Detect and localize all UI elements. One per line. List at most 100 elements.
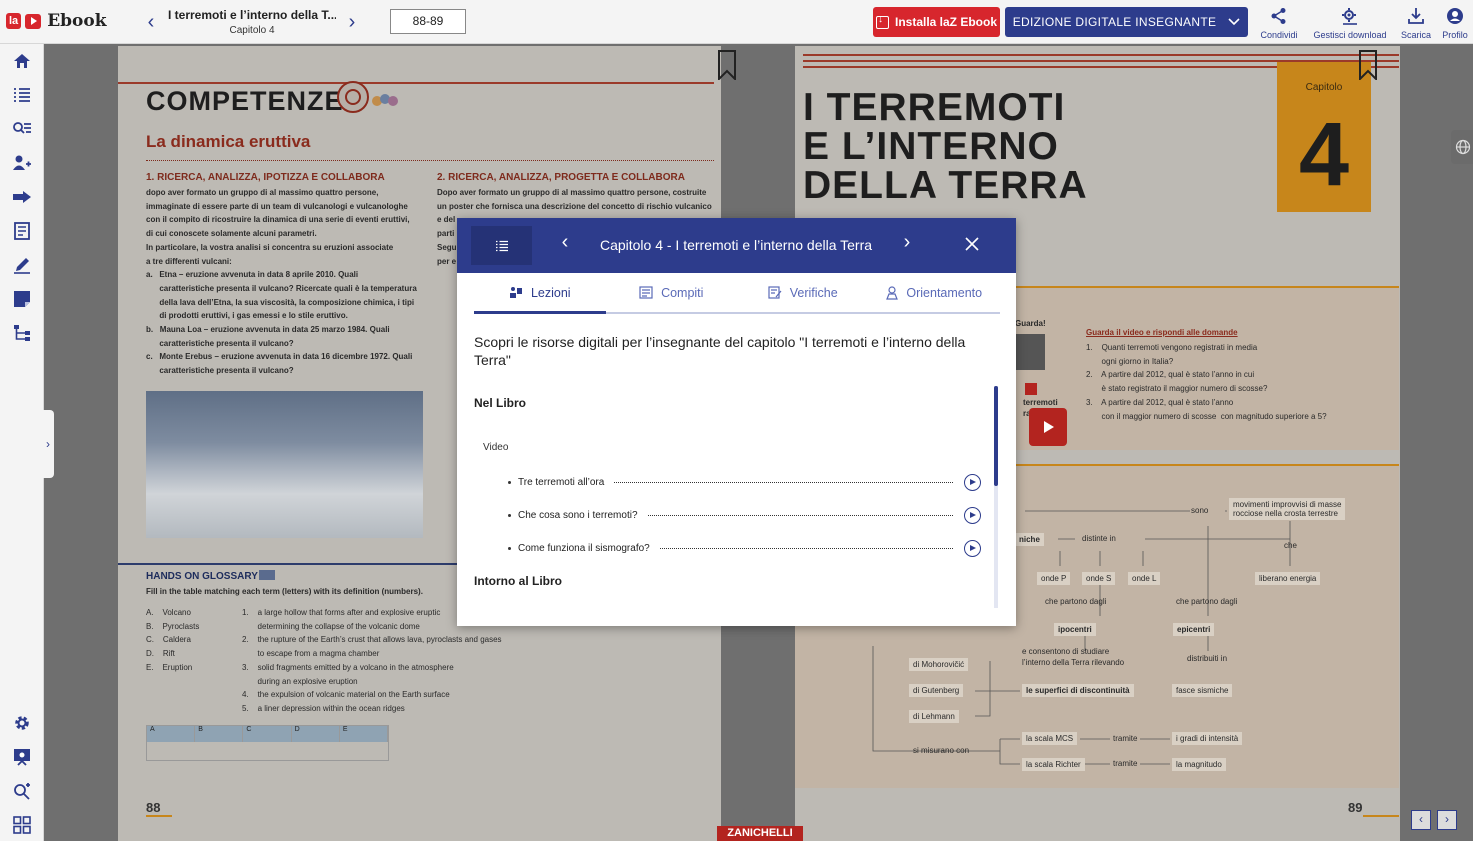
map-node: fasce sismiche	[1172, 684, 1233, 697]
table-header-cell: C	[243, 726, 292, 742]
map-text: che partono dagli	[1045, 597, 1107, 606]
zoom-button[interactable]	[11, 780, 33, 802]
bookmark-icon[interactable]	[1359, 50, 1377, 80]
map-text: si misurano con	[913, 746, 970, 755]
settings-button[interactable]	[11, 712, 33, 734]
grid-icon	[13, 816, 31, 834]
assign-icon	[13, 191, 31, 203]
scrollbar-thumb[interactable]	[994, 386, 998, 486]
text-line: caratteristiche presenta il vulcano? Ric…	[146, 283, 417, 293]
next-chapter-dialog-button[interactable]: ›	[897, 231, 917, 254]
question-line: 2. A partire dal 2012, qual è stato l’an…	[1086, 370, 1255, 380]
title-line: I TERREMOTI	[803, 86, 1066, 129]
bookmark-icon[interactable]	[718, 50, 736, 80]
text-line: caratteristiche presenta il vulcano?	[146, 366, 294, 376]
map-node: liberano energia	[1255, 572, 1321, 585]
question-line: è stato registrato il maggior numero di …	[1086, 384, 1268, 394]
chapter-list-button[interactable]	[471, 226, 532, 265]
annotate-button[interactable]	[11, 254, 33, 276]
lessons-icon	[509, 287, 522, 298]
grid-view-button[interactable]	[11, 814, 33, 836]
tab-compiti[interactable]: Compiti	[606, 273, 738, 312]
previous-chapter-button[interactable]: ‹	[141, 10, 161, 34]
home-icon	[14, 54, 30, 68]
question-line: 3. A partire dal 2012, qual è stato l’an…	[1086, 397, 1234, 407]
notes-button[interactable]	[11, 288, 33, 310]
table-header-cell: A	[147, 726, 196, 742]
tab-orientamento[interactable]: Orientamento	[869, 273, 1001, 312]
resources-list[interactable]: Nel Libro Video Tre terremoti all’ora Ch…	[474, 386, 1004, 608]
video-play-button[interactable]	[1029, 408, 1067, 446]
notes-icon	[14, 291, 30, 307]
page-number-rule	[1363, 815, 1399, 817]
map-text: tramite	[1113, 734, 1138, 743]
play-icon[interactable]	[964, 507, 981, 524]
assign-button[interactable]	[11, 186, 33, 208]
tab-verifiche[interactable]: Verifiche	[737, 273, 869, 312]
share-icon	[1271, 8, 1286, 24]
text-line: di prodotti eruttivi, i gas emessi e lo …	[146, 311, 348, 321]
term: E. Eruption	[146, 662, 193, 672]
users-icon	[13, 155, 31, 170]
definition: 5. a liner depression within the ocean r…	[242, 703, 405, 713]
guarda-label: Guarda!	[1015, 319, 1046, 328]
close-dialog-button[interactable]	[961, 233, 983, 255]
search-contents-button[interactable]	[11, 118, 33, 140]
map-node: ipocentri	[1054, 623, 1096, 636]
term: C. Caldera	[146, 635, 191, 645]
map-node: onde L	[1128, 572, 1161, 585]
tab-lezioni[interactable]: Lezioni	[474, 273, 606, 314]
index-button[interactable]	[11, 84, 33, 106]
list-item[interactable]: Che cosa sono i terremoti?	[508, 505, 981, 525]
scrollbar[interactable]	[994, 386, 998, 608]
install-app-button[interactable]: Installa laZ Ebook	[873, 7, 1000, 37]
competenze-title: COMPETENZE	[146, 86, 344, 116]
text-line: Dopo aver formato un gruppo di al massim…	[437, 188, 707, 197]
book-subtitle: Capitolo 4	[229, 25, 275, 36]
map-node: la magnitudo	[1172, 758, 1226, 771]
share-button[interactable]: Condividi	[1258, 6, 1300, 40]
home-button[interactable]	[11, 50, 33, 72]
video-thumbnail[interactable]	[1015, 334, 1045, 370]
page-number-input[interactable]: 88-89	[390, 9, 466, 34]
uk-flag-icon	[259, 570, 275, 580]
download-button[interactable]: Scarica	[1398, 6, 1434, 40]
map-node: di Mohorovičić	[909, 658, 969, 671]
manage-download-button[interactable]: Gestisci download	[1312, 6, 1388, 40]
classes-button[interactable]	[11, 152, 33, 174]
term: D. Rift	[146, 649, 175, 659]
logo-la: la	[6, 13, 22, 29]
edition-dropdown[interactable]: EDIZIONE DIGITALE INSEGNANTE	[1005, 7, 1248, 37]
app-logo[interactable]: la Ebook	[6, 11, 107, 31]
language-tab[interactable]	[1451, 130, 1473, 164]
tasks-button[interactable]	[11, 220, 33, 242]
presentation-button[interactable]	[11, 746, 33, 768]
list-item[interactable]: Come funziona il sismografo?	[508, 538, 981, 558]
next-page-button[interactable]: ›	[1437, 810, 1457, 830]
list-item[interactable]: Tre terremoti all’ora	[508, 472, 981, 492]
play-icon[interactable]	[964, 474, 981, 491]
settings-icon	[15, 716, 29, 730]
chevron-left-icon: ‹	[1419, 812, 1423, 826]
previous-chapter-dialog-button[interactable]: ‹	[555, 231, 575, 254]
zoom-icon	[14, 783, 30, 800]
play-icon[interactable]	[964, 540, 981, 557]
next-chapter-button[interactable]: ›	[342, 10, 362, 34]
chevron-right-icon: ›	[46, 437, 50, 451]
title-line: E L’INTERNO	[803, 125, 1059, 168]
expand-sidebar-tab[interactable]: ›	[42, 410, 54, 478]
map-node: movimenti improvvisi di masse rocciose ne…	[1229, 498, 1346, 520]
map-node: onde P	[1037, 572, 1071, 585]
previous-page-button[interactable]: ‹	[1411, 810, 1431, 830]
map-node: niche	[1015, 533, 1044, 546]
profile-icon	[1447, 8, 1463, 24]
glossary-answer-table[interactable]: A B C D E	[146, 725, 389, 761]
profile-button[interactable]: Profilo	[1438, 6, 1472, 40]
tab-label: Orientamento	[906, 285, 983, 300]
map-node: onde S	[1082, 572, 1116, 585]
right-page-number: 89	[1348, 800, 1363, 815]
youtube-icon	[1025, 383, 1037, 395]
chevron-right-icon: ›	[903, 231, 911, 253]
competenze-subtitle: La dinamica eruttiva	[146, 132, 311, 151]
concept-map-button[interactable]	[11, 322, 33, 344]
